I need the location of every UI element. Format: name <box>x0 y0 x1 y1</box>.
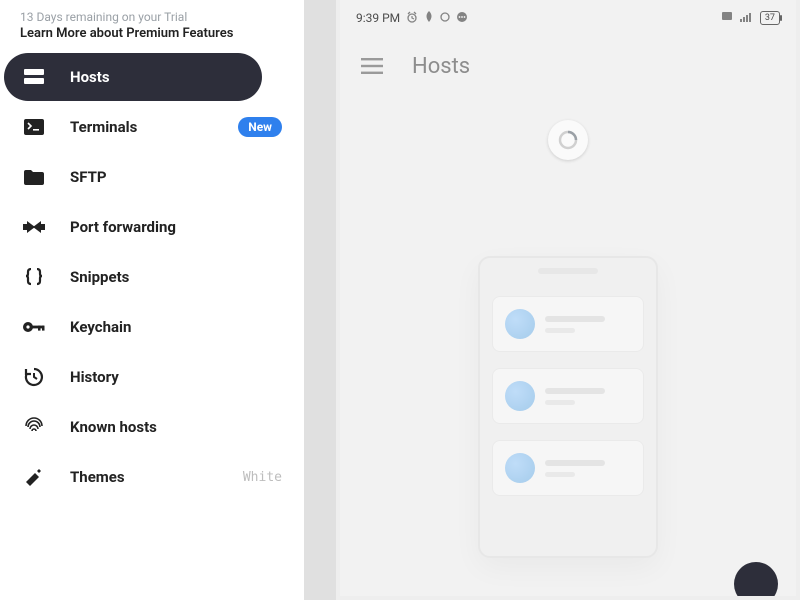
hamburger-icon[interactable] <box>360 54 384 78</box>
alarm-icon <box>406 11 418 26</box>
folder-icon <box>22 169 46 185</box>
signal-icon <box>740 11 754 25</box>
network-icon <box>722 11 734 25</box>
loading-spinner <box>548 120 588 160</box>
port-forward-icon <box>22 219 46 235</box>
sidebar-item-themes[interactable]: Themes White <box>4 453 300 501</box>
battery-indicator: 37 <box>760 11 780 25</box>
sidebar-item-label: Terminals <box>70 118 137 136</box>
trial-learn-more[interactable]: Learn More about Premium Features <box>20 26 284 41</box>
empty-state-illustration <box>478 256 658 558</box>
sidebar-item-label: SFTP <box>70 168 107 186</box>
placeholder-card <box>492 296 644 352</box>
add-host-fab[interactable] <box>734 562 778 596</box>
sidebar-item-label: Keychain <box>70 318 131 336</box>
sidebar-item-port-forwarding[interactable]: Port forwarding <box>4 203 300 251</box>
sidebar-item-label: Hosts <box>70 68 110 86</box>
history-icon <box>22 367 46 387</box>
terminals-icon <box>22 119 46 135</box>
sidebar-item-label: Port forwarding <box>70 218 176 236</box>
more-icon <box>456 11 468 25</box>
sidebar-item-history[interactable]: History <box>4 353 300 401</box>
sidebar-item-label: Themes <box>70 468 125 486</box>
leaf-icon <box>424 11 434 26</box>
status-time: 9:39 PM <box>356 11 400 25</box>
sidebar-item-label: History <box>70 368 119 386</box>
placeholder-card <box>492 368 644 424</box>
drawer-panel: 13 Days remaining on your Trial Learn Mo… <box>0 0 336 600</box>
sidebar-item-known-hosts[interactable]: Known hosts <box>4 403 300 451</box>
sidebar-item-label: Known hosts <box>70 418 157 436</box>
placeholder-card <box>492 440 644 496</box>
new-badge: New <box>238 117 282 137</box>
circle-icon <box>440 11 450 25</box>
hosts-icon <box>22 69 46 85</box>
trial-banner[interactable]: 13 Days remaining on your Trial Learn Mo… <box>0 0 304 53</box>
braces-icon <box>22 268 46 286</box>
theme-value: White <box>243 470 282 485</box>
fingerprint-icon <box>22 417 46 437</box>
sidebar-item-hosts[interactable]: Hosts <box>4 53 262 101</box>
sidebar-item-snippets[interactable]: Snippets <box>4 253 300 301</box>
sidebar-item-label: Snippets <box>70 268 129 286</box>
phone-panel: 9:39 PM 37 Ho <box>336 0 800 600</box>
sidebar-item-terminals[interactable]: Terminals New <box>4 103 300 151</box>
content-area <box>340 96 796 596</box>
status-bar: 9:39 PM 37 <box>340 0 796 36</box>
trial-days: 13 Days remaining on your Trial <box>20 10 284 24</box>
themes-icon <box>22 467 46 487</box>
sidebar-menu: Hosts Terminals New SFTP Port forwarding <box>0 53 304 501</box>
key-icon <box>22 320 46 334</box>
sidebar-item-keychain[interactable]: Keychain <box>4 303 300 351</box>
sidebar-item-sftp[interactable]: SFTP <box>4 153 300 201</box>
page-title: Hosts <box>412 54 470 79</box>
app-bar: Hosts <box>340 36 796 96</box>
